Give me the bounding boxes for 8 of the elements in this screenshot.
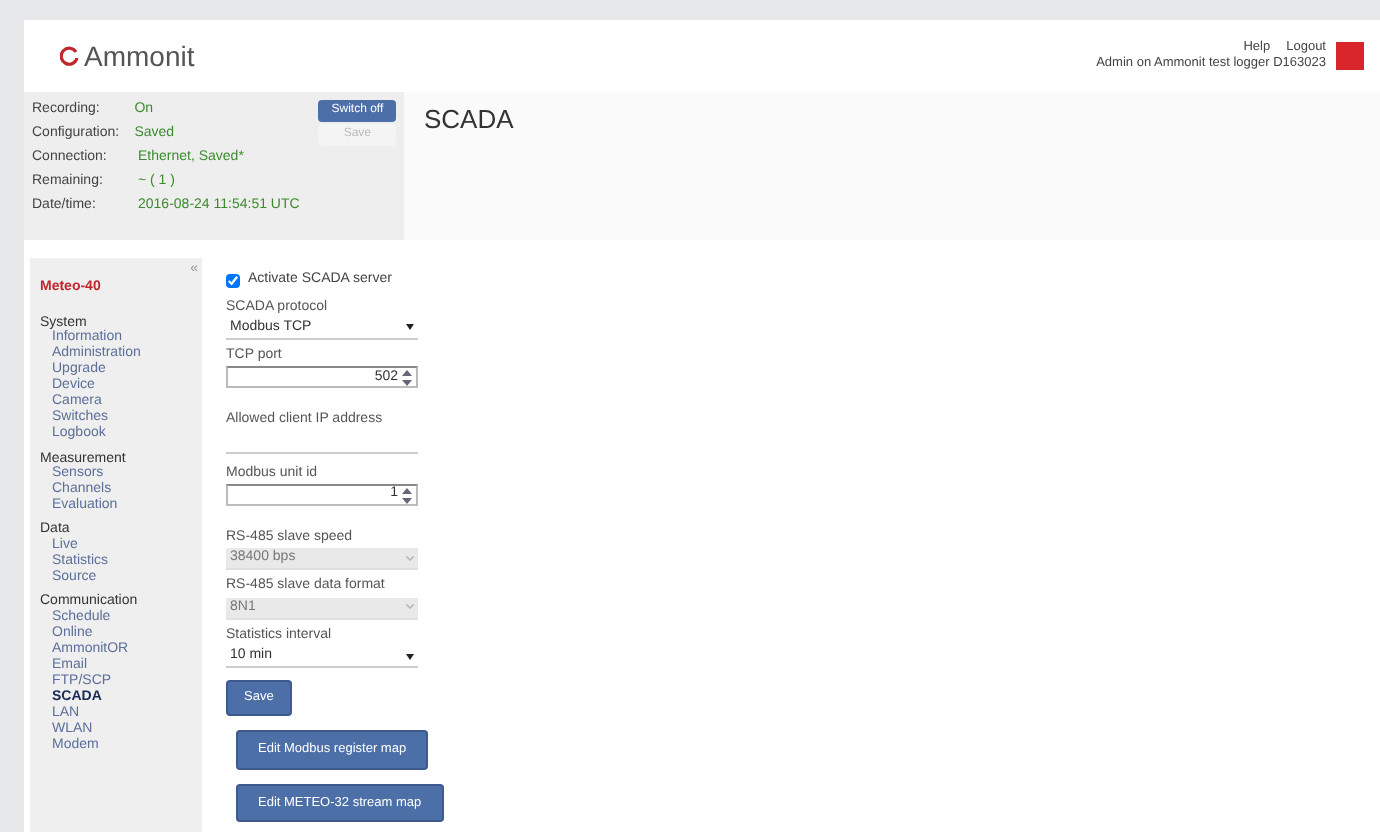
logo-text: Ammonit: [84, 37, 195, 75]
logo-icon: [60, 46, 80, 66]
spinner-icon[interactable]: [402, 487, 412, 504]
activate-checkbox[interactable]: [226, 273, 240, 288]
caret-icon[interactable]: [406, 653, 414, 660]
page-title: SCADA: [404, 92, 1380, 240]
spinner-icon[interactable]: [402, 369, 412, 386]
caret-icon[interactable]: [406, 324, 414, 331]
